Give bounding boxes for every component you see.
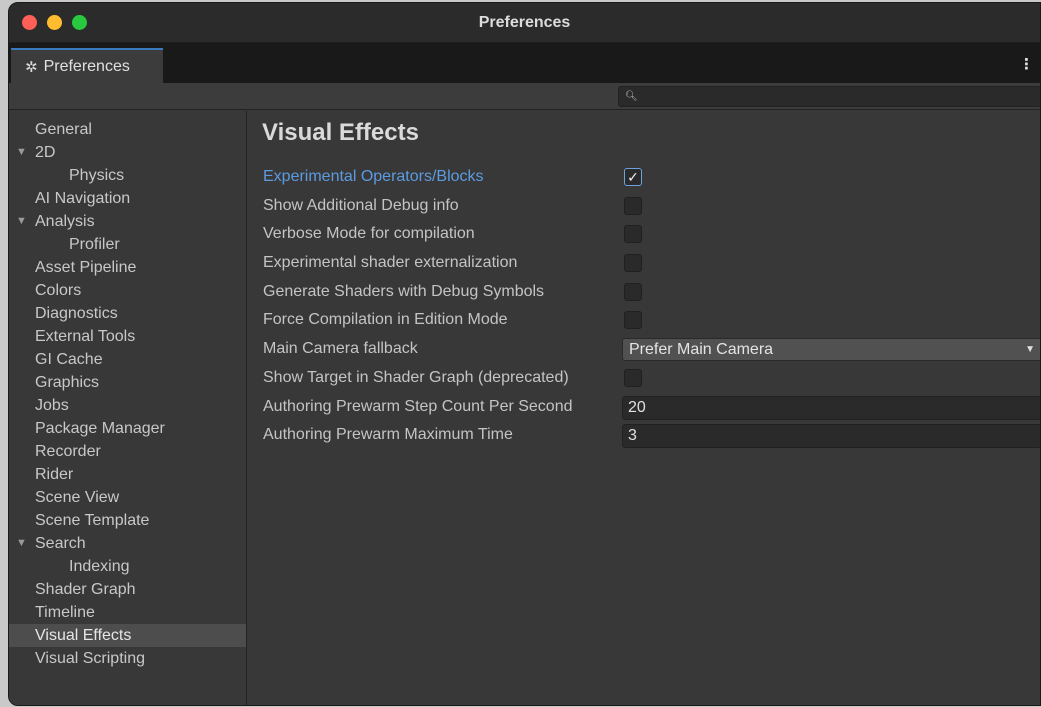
sidebar-item-label: AI Navigation (35, 190, 131, 207)
setting-label: Generate Shaders with Debug Symbols (263, 282, 545, 300)
prewarm-max-time-field[interactable]: 3 (622, 424, 1040, 449)
sidebar-item-package-manager[interactable]: Package Manager (9, 417, 246, 440)
search-bar: 🔍︎ (9, 83, 1040, 110)
sidebar-item-label: Shader Graph (35, 581, 136, 598)
sidebar: General ▼ 2D Physics AI Navigation ▼ Analysis P… (9, 111, 247, 705)
sidebar-item-label: Recorder (35, 443, 101, 460)
sidebar-item-recorder[interactable]: Recorder (9, 440, 246, 463)
search-icon: 🔍︎ (625, 91, 638, 102)
sidebar-item-label: GI Cache (35, 351, 103, 368)
setting-label: Force Compilation in Edition Mode (263, 311, 508, 329)
sidebar-item-label: Visual Effects (35, 627, 132, 644)
sidebar-item-jobs[interactable]: Jobs (9, 394, 246, 417)
setting-row-show-target-shader-graph: Show Target in Shader Graph (deprecated) (248, 365, 1040, 394)
sidebar-item-colors[interactable]: Colors (9, 279, 246, 302)
setting-row-show-debug-info: Show Additional Debug info (248, 193, 1040, 222)
sidebar-item-label: Profiler (69, 236, 120, 253)
sidebar-item-rider[interactable]: Rider (9, 463, 246, 486)
sidebar-item-label: Scene View (35, 489, 120, 506)
setting-row-debug-symbols: Generate Shaders with Debug Symbols (248, 279, 1040, 308)
shader-externalization-checkbox[interactable] (624, 254, 642, 273)
setting-row-camera-fallback: Main Camera fallback Prefer Main Camera … (248, 336, 1040, 365)
sidebar-item-label: Scene Template (35, 512, 150, 529)
setting-label: Show Additional Debug info (263, 196, 459, 214)
sidebar-item-label: Analysis (35, 213, 95, 230)
tab-strip: ✲ Preferences ⋮ (9, 43, 1040, 83)
expand-arrow-icon[interactable]: ▼ (16, 532, 27, 555)
window-title: Preferences (478, 14, 571, 31)
sidebar-item-label: Asset Pipeline (35, 259, 137, 276)
sidebar-item-label: Visual Scripting (35, 650, 145, 667)
sidebar-item-general[interactable]: General (9, 118, 246, 141)
sidebar-item-label: Colors (35, 282, 82, 299)
show-debug-info-checkbox[interactable] (624, 196, 642, 215)
dropdown-value: Prefer Main Camera (629, 341, 774, 359)
search-input[interactable]: 🔍︎ (618, 86, 1040, 107)
sidebar-item-label: 2D (35, 144, 56, 161)
setting-label: Authoring Prewarm Step Count Per Second (263, 397, 573, 415)
sidebar-item-asset-pipeline[interactable]: Asset Pipeline (9, 256, 246, 279)
setting-label: Main Camera fallback (263, 340, 418, 358)
setting-row-experimental-operators: Experimental Operators/Blocks ✓ (248, 164, 1040, 193)
sidebar-item-label: Rider (35, 466, 74, 483)
sidebar-item-2d[interactable]: ▼ 2D (9, 141, 246, 164)
sidebar-item-diagnostics[interactable]: Diagnostics (9, 302, 246, 325)
experimental-operators-checkbox[interactable]: ✓ (624, 168, 642, 186)
sidebar-item-external-tools[interactable]: External Tools (9, 325, 246, 348)
prewarm-step-count-field[interactable]: 20 (622, 395, 1040, 420)
sidebar-item-label: Package Manager (35, 420, 165, 437)
expand-arrow-icon[interactable]: ▼ (16, 210, 27, 233)
sidebar-item-label: General (35, 121, 92, 138)
sidebar-item-indexing[interactable]: Indexing (9, 555, 246, 578)
sidebar-item-label: Search (35, 535, 86, 552)
tab-preferences[interactable]: ✲ Preferences (11, 48, 163, 83)
checkmark-icon: ✓ (627, 169, 639, 185)
sidebar-item-ai-navigation[interactable]: AI Navigation (9, 187, 246, 210)
sidebar-item-label: Indexing (69, 558, 130, 575)
gear-icon: ✲ (25, 58, 38, 76)
sidebar-item-label: External Tools (35, 328, 136, 345)
title-bar: Preferences (9, 3, 1040, 43)
sidebar-item-label: Physics (69, 167, 125, 184)
sidebar-item-visual-effects[interactable]: Visual Effects (9, 624, 246, 647)
setting-row-verbose-mode: Verbose Mode for compilation (248, 221, 1040, 250)
camera-fallback-dropdown[interactable]: Prefer Main Camera ▼ (622, 338, 1040, 362)
sidebar-item-shader-graph[interactable]: Shader Graph (9, 578, 246, 601)
page-title: Visual Effects (262, 119, 419, 146)
setting-row-prewarm-max-time: Authoring Prewarm Maximum Time 3 (248, 422, 1040, 451)
sidebar-item-label: Timeline (35, 604, 95, 621)
sidebar-item-label: Diagnostics (35, 305, 118, 322)
sidebar-item-scene-view[interactable]: Scene View (9, 486, 246, 509)
setting-label: Experimental Operators/Blocks (263, 168, 484, 185)
setting-label: Authoring Prewarm Maximum Time (263, 426, 513, 444)
expand-arrow-icon[interactable]: ▼ (16, 141, 27, 164)
preferences-window: Preferences ✲ Preferences ⋮ 🔍︎ General ▼ 2… (8, 2, 1041, 706)
sidebar-item-physics[interactable]: Physics (9, 164, 246, 187)
sidebar-item-graphics[interactable]: Graphics (9, 371, 246, 394)
sidebar-item-analysis[interactable]: ▼ Analysis (9, 210, 246, 233)
chevron-down-icon: ▼ (1025, 344, 1035, 356)
setting-row-force-compilation: Force Compilation in Edition Mode (248, 307, 1040, 336)
sidebar-item-label: Jobs (35, 397, 69, 414)
sidebar-item-search[interactable]: ▼ Search (9, 532, 246, 555)
settings-panel: Visual Effects Experimental Operators/Bl… (248, 111, 1040, 705)
verbose-mode-checkbox[interactable] (624, 225, 642, 244)
more-options-icon[interactable]: ⋮ (1019, 55, 1034, 73)
tab-label: Preferences (43, 57, 130, 75)
show-target-shader-graph-checkbox[interactable] (624, 368, 642, 387)
force-compilation-checkbox[interactable] (624, 311, 642, 330)
sidebar-item-gi-cache[interactable]: GI Cache (9, 348, 246, 371)
setting-row-prewarm-step-count: Authoring Prewarm Step Count Per Second … (248, 394, 1040, 423)
setting-label: Experimental shader externalization (263, 254, 518, 272)
debug-symbols-checkbox[interactable] (624, 282, 642, 301)
setting-label: Show Target in Shader Graph (deprecated) (263, 368, 569, 386)
settings-list: Experimental Operators/Blocks ✓ Show Add… (248, 164, 1040, 451)
sidebar-item-scene-template[interactable]: Scene Template (9, 509, 246, 532)
setting-row-shader-externalization: Experimental shader externalization (248, 250, 1040, 279)
sidebar-item-visual-scripting[interactable]: Visual Scripting (9, 647, 246, 670)
sidebar-item-label: Graphics (35, 374, 100, 391)
setting-label: Verbose Mode for compilation (263, 225, 475, 243)
sidebar-item-profiler[interactable]: Profiler (9, 233, 246, 256)
sidebar-item-timeline[interactable]: Timeline (9, 601, 246, 624)
